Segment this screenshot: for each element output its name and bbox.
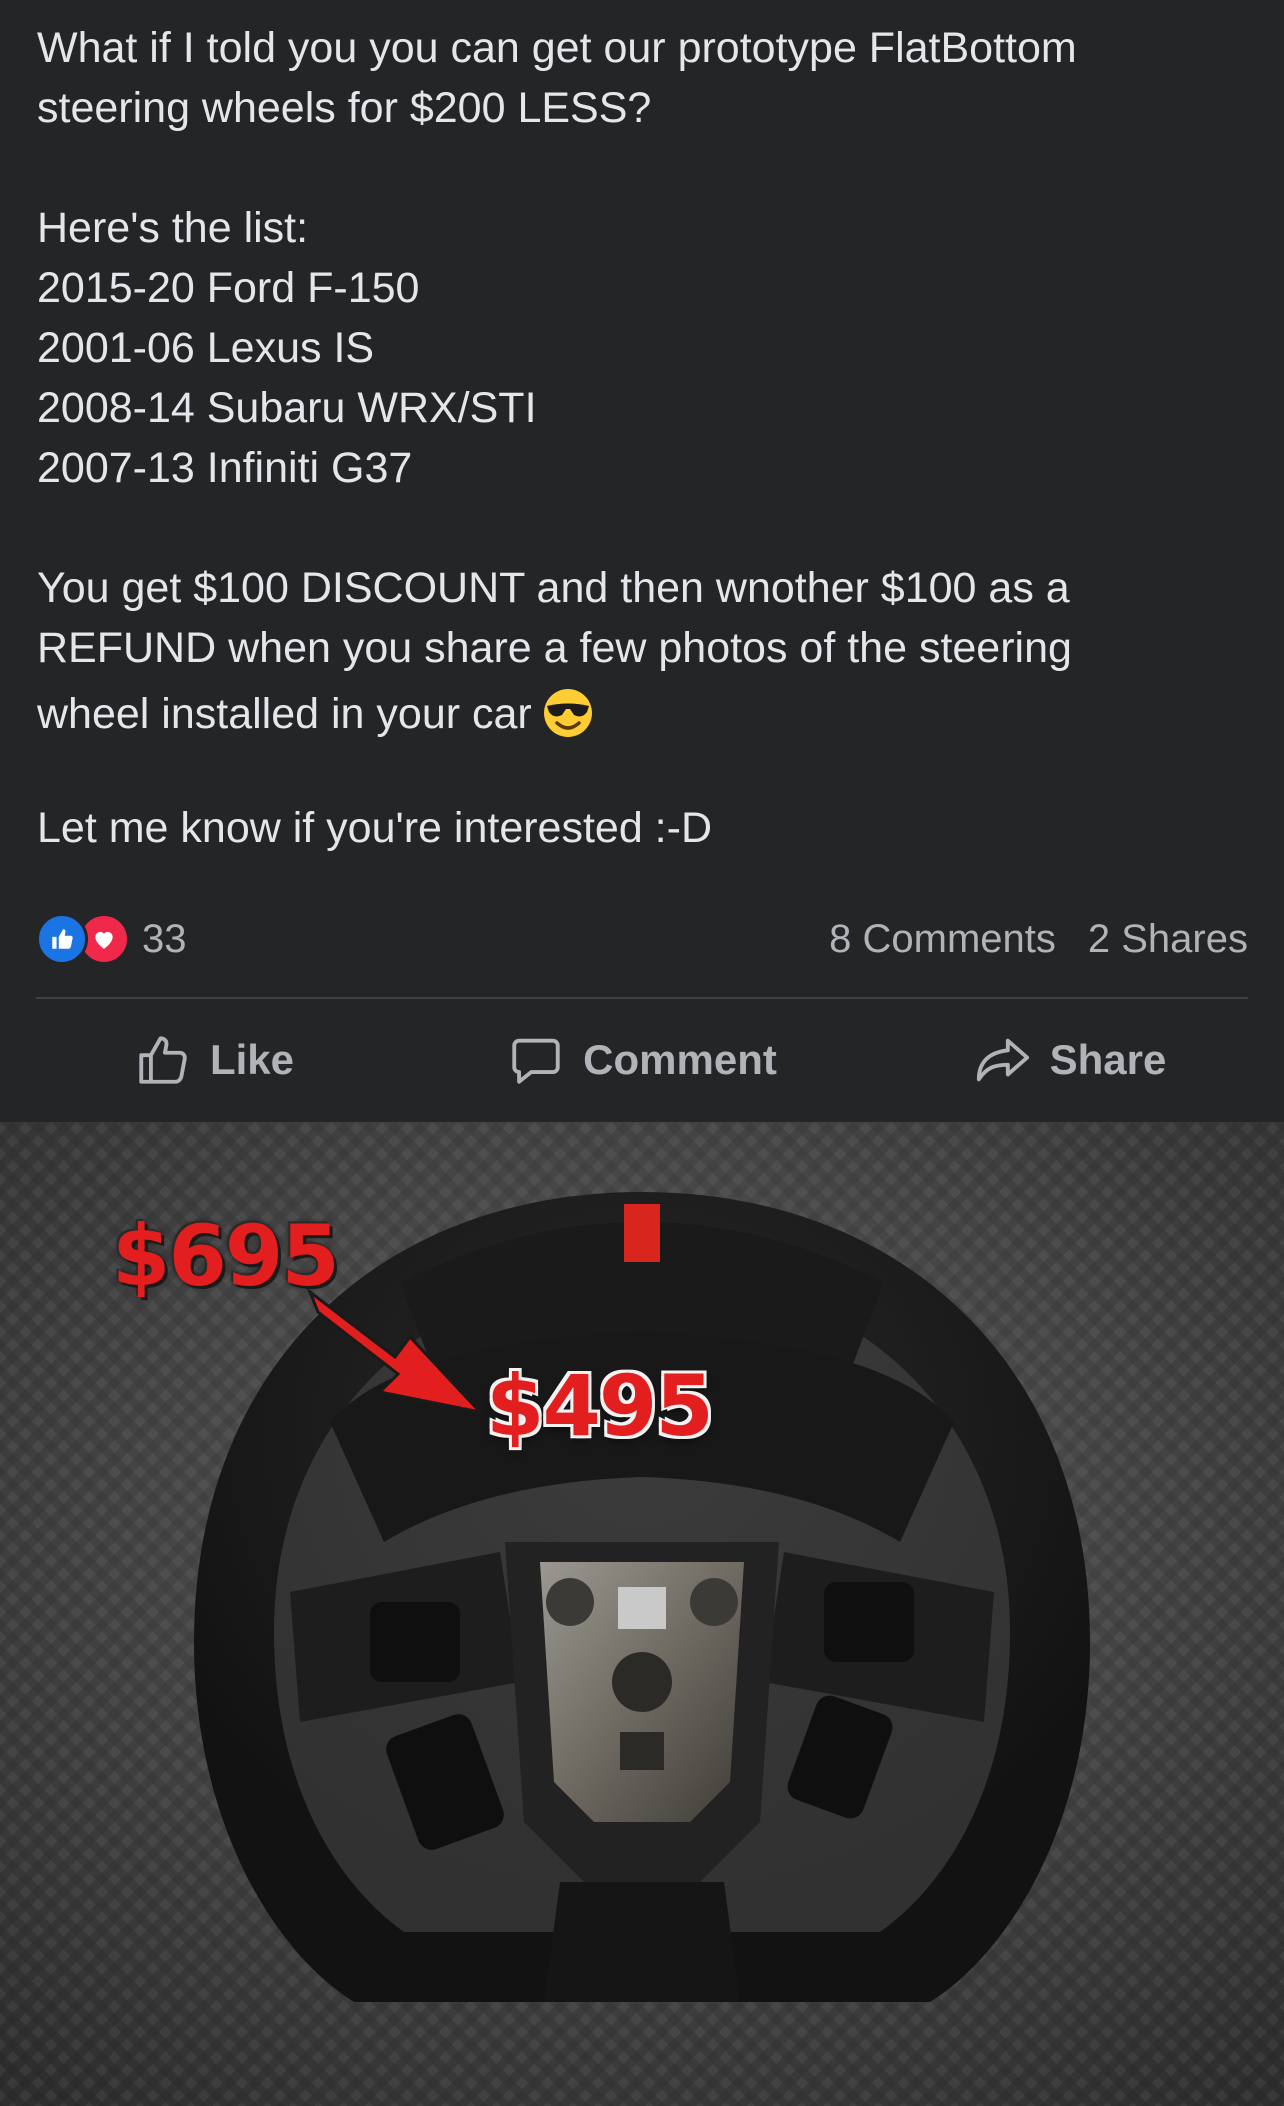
reactions-row: 33 8 Comments 2 Shares xyxy=(36,912,1248,966)
comments-count-link[interactable]: 8 Comments xyxy=(829,917,1056,962)
post-line: You get $100 DISCOUNT and then wnother $… xyxy=(37,564,1070,612)
comment-label: Comment xyxy=(583,1036,777,1083)
post-text: What if I told you you can get our proto… xyxy=(37,18,1247,858)
share-arrow-icon xyxy=(976,1038,1029,1082)
post-card: What if I told you you can get our proto… xyxy=(0,0,1284,2106)
old-price-label: $695 xyxy=(112,1207,340,1305)
list-item: 2001-06 Lexus IS xyxy=(37,324,375,372)
post-line: What if I told you you can get our proto… xyxy=(37,24,1077,72)
post-line-with-emoji: wheel installed in your car xyxy=(37,678,1247,750)
list-header: Here's the list: xyxy=(37,204,309,252)
post-line: Let me know if you're interested :-D xyxy=(37,804,713,852)
post-stats: 8 Comments 2 Shares xyxy=(829,917,1248,962)
action-bar: Like Comment Share xyxy=(0,1018,1284,1102)
reaction-icons[interactable] xyxy=(36,913,130,965)
like-label: Like xyxy=(209,1036,295,1083)
share-label: Share xyxy=(1049,1036,1167,1083)
share-button[interactable]: Share xyxy=(856,1018,1284,1102)
comment-icon xyxy=(512,1038,560,1084)
new-price-label: $495 xyxy=(486,1357,714,1455)
post-line: REFUND when you share a few photos of th… xyxy=(37,624,1072,672)
like-button[interactable]: Like xyxy=(0,1018,428,1102)
divider xyxy=(36,997,1248,999)
list-item: 2015-20 Ford F-150 xyxy=(37,264,420,312)
post-line: steering wheels for $200 LESS? xyxy=(37,84,652,132)
comment-button[interactable]: Comment xyxy=(428,1018,856,1102)
post-photo[interactable]: $695 $495 xyxy=(0,1122,1284,2106)
sunglasses-emoji-icon xyxy=(542,687,594,739)
post-line: wheel installed in your car xyxy=(37,690,532,738)
list-item: 2007-13 Infiniti G37 xyxy=(37,444,413,492)
thumbs-up-icon xyxy=(139,1036,187,1084)
list-item: 2008-14 Subaru WRX/STI xyxy=(37,384,537,432)
reaction-count[interactable]: 33 xyxy=(142,917,187,962)
shares-count-link[interactable]: 2 Shares xyxy=(1088,917,1248,962)
like-reaction-icon xyxy=(36,913,88,965)
